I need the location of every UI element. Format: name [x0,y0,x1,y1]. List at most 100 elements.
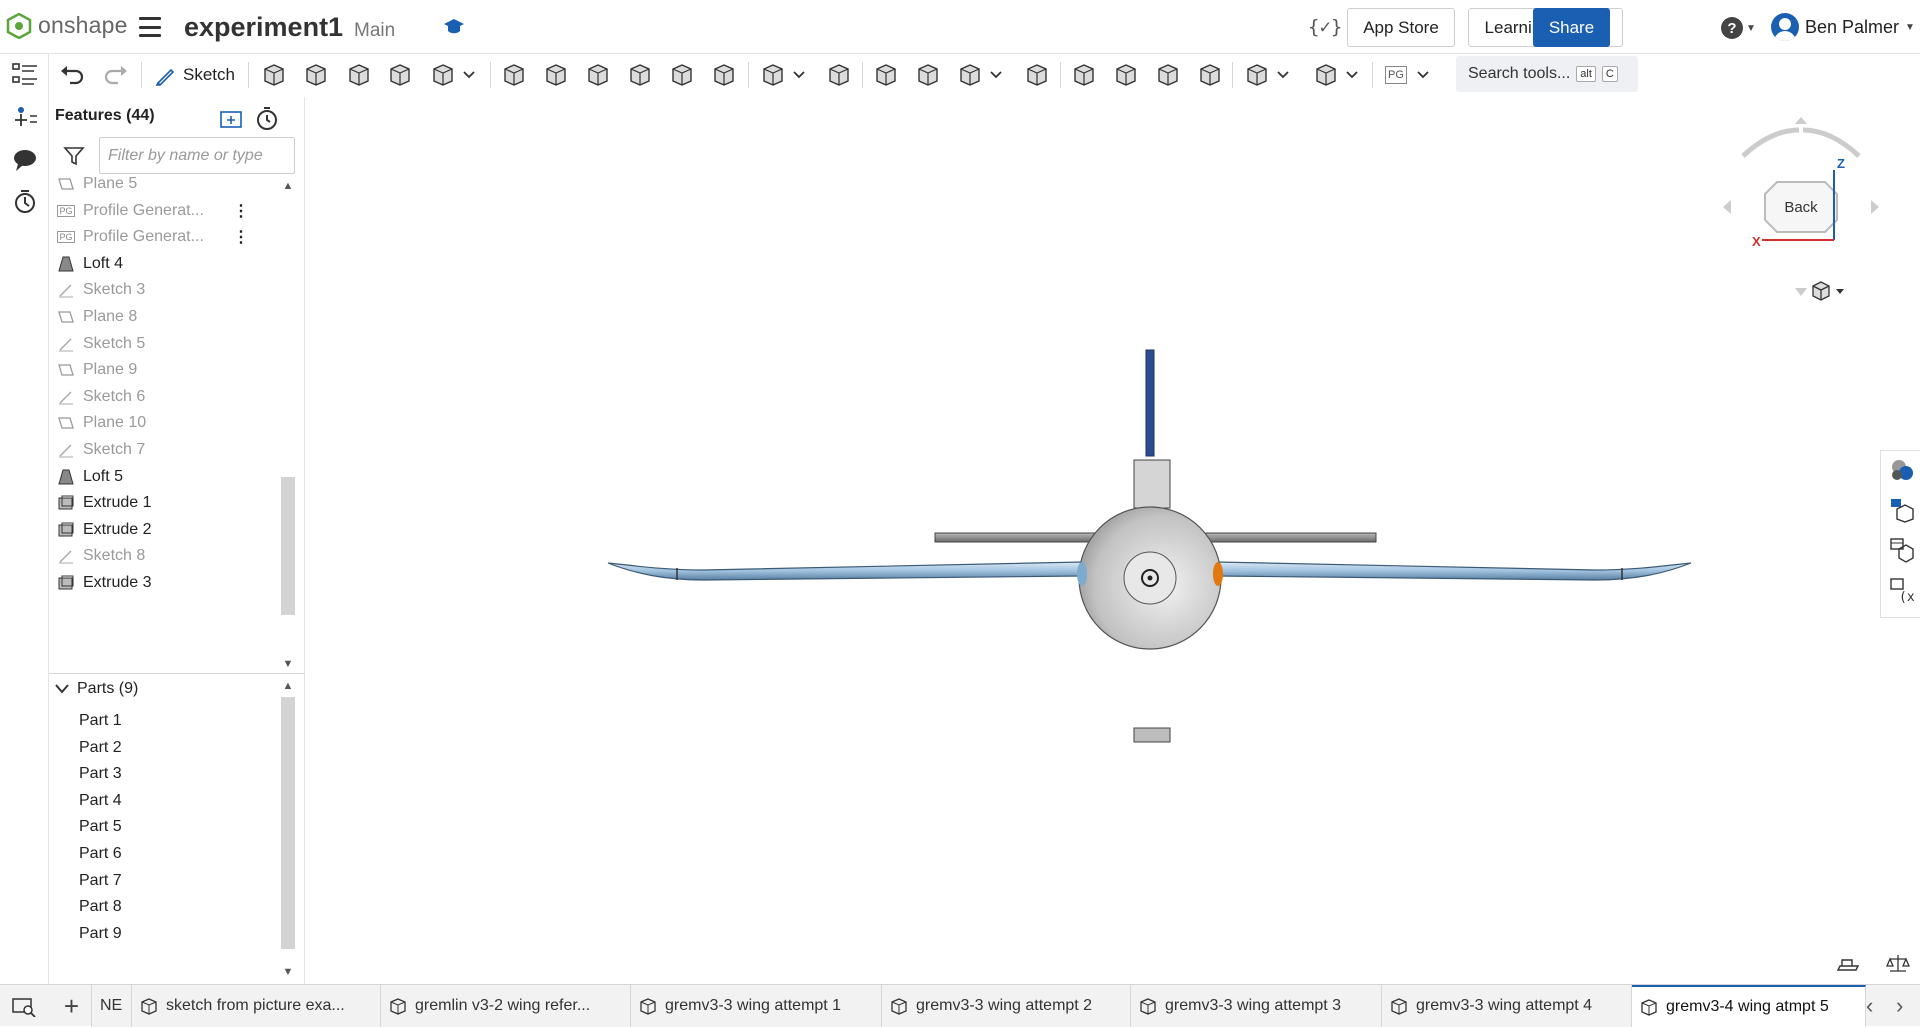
variable-studio-icon[interactable]: {✓} [1308,16,1342,38]
draft-tool-icon[interactable] [583,60,613,90]
document-tab[interactable]: gremv3-3 wing attempt 4 [1382,985,1632,1027]
comment-icon[interactable] [10,145,40,175]
part-item[interactable]: Part 5 [79,818,122,836]
feature-item[interactable]: Extrude 3 [57,569,151,597]
branch-label[interactable]: Main [354,20,395,42]
feature-item[interactable]: Plane 10 [57,409,146,437]
plane-tool-icon[interactable] [259,60,289,90]
chevron-down-icon[interactable] [1416,60,1430,90]
scroll-up-icon[interactable]: ▲ [281,679,295,693]
app-store-button[interactable]: App Store [1347,8,1455,47]
undo-icon[interactable] [57,60,87,90]
onshape-logo[interactable]: onshape [6,12,128,39]
add-tab-button[interactable]: + [52,985,92,1027]
modify-fillet-icon[interactable] [1069,60,1099,90]
history-icon[interactable] [10,187,40,217]
panel-divider[interactable] [49,673,305,674]
chevron-down-icon[interactable] [462,60,476,90]
mass-properties-icon[interactable] [1886,953,1910,975]
loft-tool-icon[interactable] [385,60,415,90]
part-item[interactable]: Part 6 [79,845,122,863]
feature-filter-input[interactable]: Filter by name or type [99,137,295,174]
chevron-down-icon[interactable] [989,60,1003,90]
part-item[interactable]: Part 8 [79,898,122,916]
feature-scrollbar[interactable] [281,477,295,615]
split-tool-icon[interactable] [913,60,943,90]
appearance-icon[interactable] [1889,457,1915,483]
view-options-icon[interactable] [1809,280,1849,304]
pattern-tool-icon[interactable] [758,60,788,90]
feature-item[interactable]: Sketch 5 [57,330,145,358]
bom-icon[interactable] [1889,537,1915,563]
more-options-icon[interactable]: ⋮ [233,201,249,221]
search-tools-button[interactable]: Search tools... alt C [1456,56,1638,92]
parts-header[interactable]: Parts (9) [55,680,138,698]
redo-icon[interactable] [101,60,131,90]
tab-scroll-left-icon[interactable]: ‹ [1866,993,1873,1019]
fillet-tool-icon[interactable] [499,60,529,90]
feature-item[interactable]: Loft 5 [57,463,123,491]
aircraft-model[interactable] [306,96,1879,984]
feature-item[interactable]: Plane 9 [57,356,137,384]
menu-icon[interactable] [139,17,161,37]
move-face-icon[interactable] [1153,60,1183,90]
feature-item[interactable]: Extrude 1 [57,489,151,517]
feature-item[interactable]: Sketch 8 [57,542,145,570]
tab-manager-icon[interactable] [12,997,36,1017]
feature-item[interactable]: Plane 5 [57,177,137,198]
parts-scrollbar[interactable] [281,697,295,949]
hole-tool-icon[interactable] [709,60,739,90]
part-item[interactable]: Part 1 [79,712,122,730]
stopwatch-icon[interactable] [254,105,280,131]
feature-item[interactable]: Plane 8 [57,303,137,331]
add-folder-icon[interactable] [219,107,245,131]
delete-face-icon[interactable] [1111,60,1141,90]
feature-item[interactable]: Loft 4 [57,250,123,278]
document-tab[interactable]: gremv3-4 wing atmpt 5 [1632,985,1866,1027]
sketch-button[interactable]: Sketch [150,60,240,90]
chamfer-tool-icon[interactable] [541,60,571,90]
sweep-tool-icon[interactable] [344,60,374,90]
tab-scroll-right-icon[interactable]: › [1896,993,1903,1019]
feature-item[interactable]: Sketch 6 [57,383,145,411]
shell-tool-icon[interactable] [667,60,697,90]
document-tab[interactable]: sketch from picture exa... [132,985,381,1027]
measure-tool-icon[interactable] [1836,956,1860,976]
chevron-down-icon[interactable] [792,60,806,90]
frame-icon[interactable] [1311,60,1341,90]
document-tab[interactable]: gremv3-3 wing attempt 1 [631,985,882,1027]
part-item[interactable]: Part 2 [79,739,122,757]
insert-icon[interactable] [10,102,40,132]
transform-tool-icon[interactable] [955,60,985,90]
feature-item[interactable]: Sketch 3 [57,276,145,304]
feature-item[interactable]: Extrude 2 [57,516,151,544]
revolve-tool-icon[interactable] [301,60,331,90]
feature-item[interactable]: Sketch 7 [57,436,145,464]
variables-icon[interactable]: (x) [1889,577,1915,603]
replace-face-icon[interactable] [1195,60,1225,90]
mirror-tool-icon[interactable] [824,60,854,90]
scroll-up-icon[interactable]: ▲ [281,179,295,193]
scroll-down-icon[interactable]: ▼ [281,965,295,979]
share-button[interactable]: Share [1533,8,1610,47]
document-tab[interactable]: gremlin v3-2 wing refer... [381,985,631,1027]
sheet-metal-icon[interactable] [1242,60,1272,90]
part-item[interactable]: Part 3 [79,765,122,783]
rib-tool-icon[interactable] [625,60,655,90]
filter-icon[interactable] [63,145,85,167]
chevron-down-icon[interactable] [1345,60,1359,90]
graduation-cap-icon[interactable] [443,17,465,37]
feature-tree-icon[interactable] [10,59,40,89]
graphics-viewport[interactable]: Back Z X [306,96,1910,984]
chevron-down-icon[interactable] [1276,60,1290,90]
feature-item[interactable]: PG Profile Generat... ⋮ [57,197,249,225]
delete-part-icon[interactable] [1022,60,1052,90]
part-item[interactable]: Part 4 [79,792,122,810]
feature-item[interactable]: PG Profile Generat... ⋮ [57,223,249,251]
part-item[interactable]: Part 9 [79,925,122,943]
more-options-icon[interactable]: ⋮ [233,227,249,247]
view-cube[interactable]: Back Z X [1711,116,1891,346]
document-tab[interactable]: gremv3-3 wing attempt 3 [1131,985,1382,1027]
thicken-tool-icon[interactable] [428,60,458,90]
document-tab[interactable]: gremv3-3 wing attempt 2 [882,985,1131,1027]
